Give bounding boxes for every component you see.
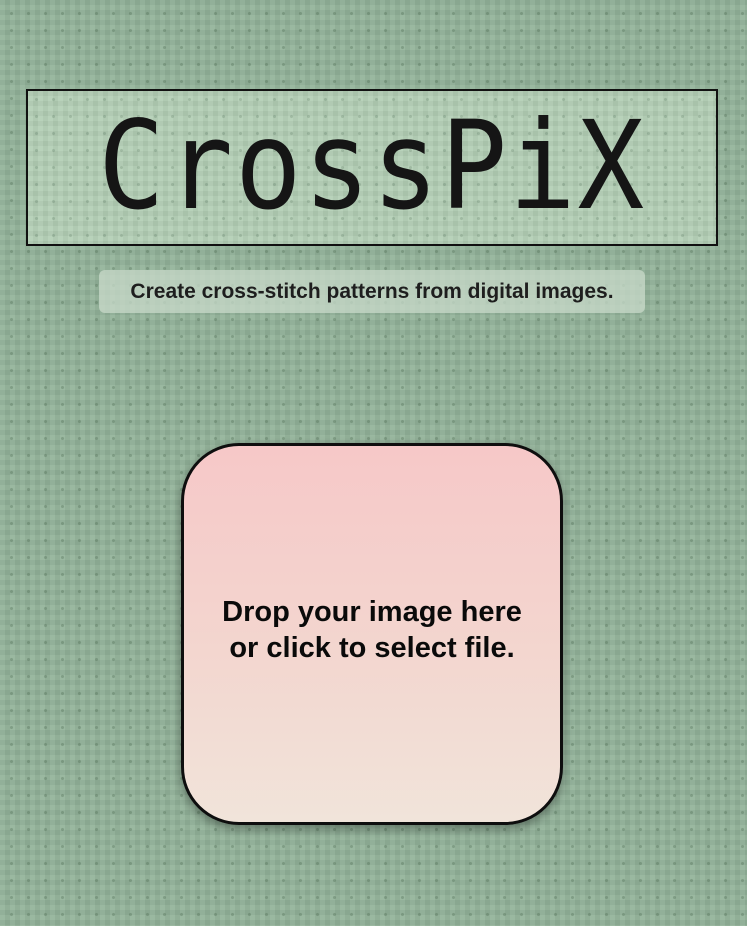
tagline: Create cross-stitch patterns from digita… — [99, 270, 645, 313]
image-dropzone[interactable]: Drop your image here or click to select … — [181, 443, 563, 825]
logo-text: CrossPiX — [98, 108, 646, 228]
logo-wordmark: CrossPiX — [98, 108, 646, 228]
dropzone-label: Drop your image here or click to select … — [222, 596, 522, 664]
app-logo: CrossPiX — [26, 89, 718, 246]
